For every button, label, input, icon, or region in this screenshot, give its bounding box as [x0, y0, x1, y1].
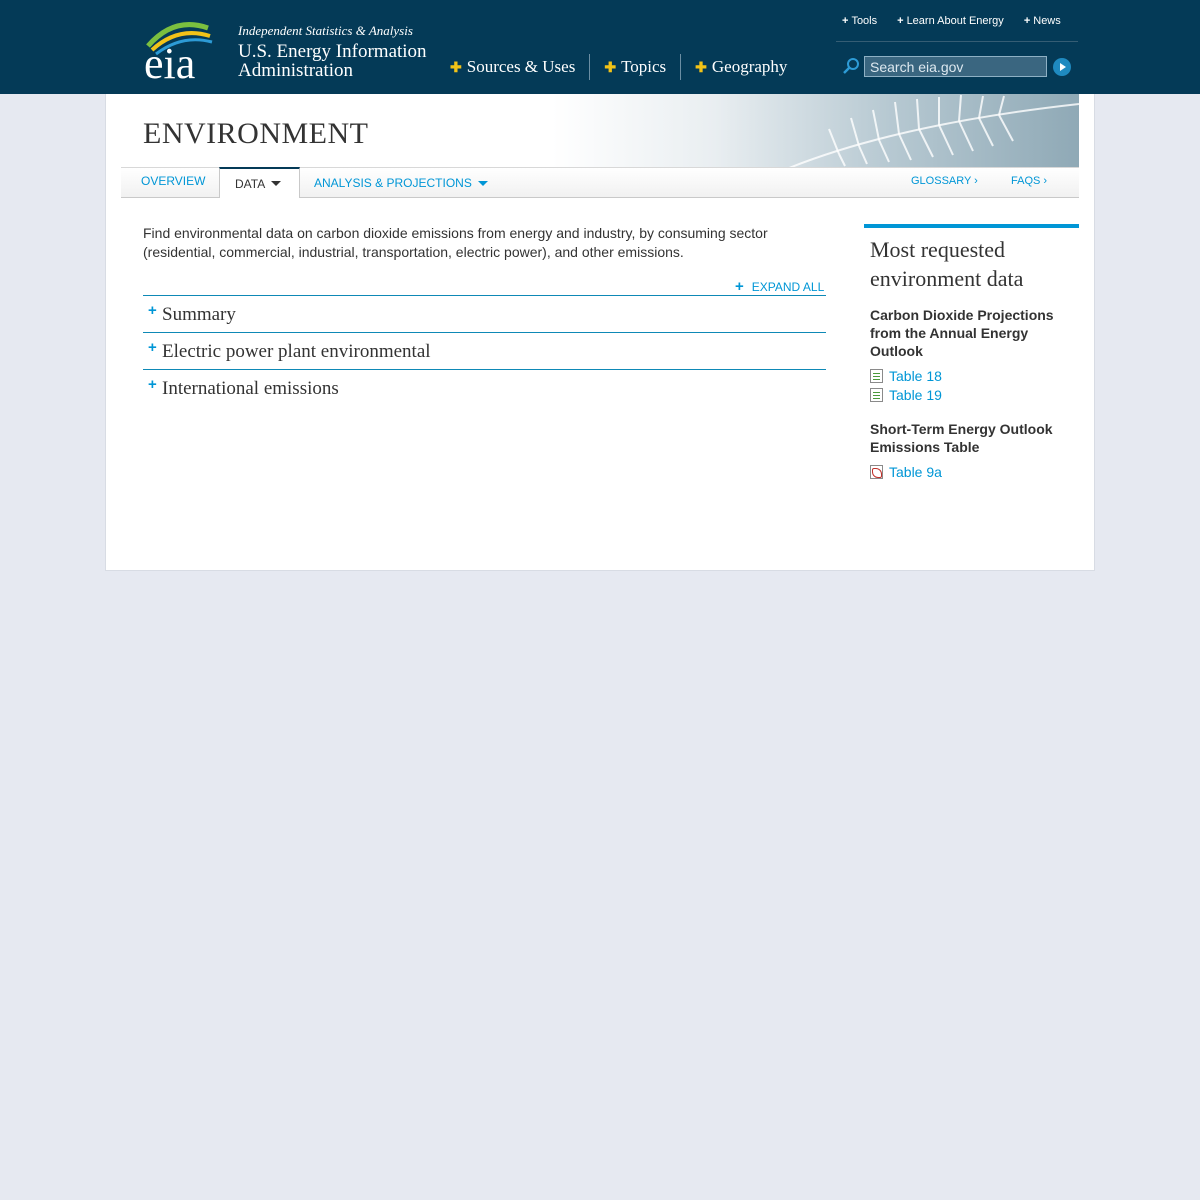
- plus-icon: ✚: [695, 58, 707, 75]
- nav-sources-and-uses[interactable]: ✚ Sources & Uses: [450, 54, 589, 80]
- logo-text: eia: [144, 39, 195, 82]
- accordion-label: Electric power plant environmental: [162, 341, 431, 362]
- eia-logo[interactable]: eia: [144, 20, 224, 88]
- plus-icon: +: [148, 302, 157, 319]
- search-input[interactable]: [864, 56, 1047, 77]
- faqs-link[interactable]: FAQS ›: [1011, 166, 1047, 196]
- learn-about-energy-link[interactable]: + Learn About Energy: [897, 15, 1004, 27]
- sidebar-title: Most requested environment data: [870, 237, 1024, 291]
- plus-icon: +: [842, 14, 849, 27]
- sidebar-heading-steo: Short-Term Energy Outlook Emissions Tabl…: [870, 421, 1053, 455]
- tools-link[interactable]: + Tools: [842, 15, 877, 27]
- nav-topics[interactable]: ✚ Topics: [589, 54, 680, 80]
- plus-icon: +: [897, 14, 904, 27]
- intro-text: Find environmental data on carbon dioxid…: [143, 225, 768, 260]
- accordion-summary[interactable]: + Summary: [143, 295, 826, 332]
- accordion-label: International emissions: [162, 378, 339, 399]
- plus-icon: +: [148, 339, 157, 356]
- page-title: ENVIRONMENT: [143, 117, 369, 150]
- tab-analysis-and-projections[interactable]: ANALYSIS & PROJECTIONS: [314, 168, 488, 198]
- tagline: Independent Statistics & Analysis: [238, 23, 413, 38]
- sidebar-divider: [864, 224, 1079, 228]
- section-tabs: OVERVIEW DATA ANALYSIS & PROJECTIONS GLO…: [121, 167, 1079, 198]
- tab-data[interactable]: DATA: [219, 167, 300, 198]
- utility-links: + Tools + Learn About Energy + News: [836, 0, 1078, 42]
- caret-down-icon: [477, 180, 488, 186]
- tab-overview[interactable]: OVERVIEW: [141, 166, 205, 196]
- table-18-link[interactable]: Table 18: [870, 368, 942, 384]
- plus-icon: ✚: [450, 58, 462, 75]
- site-header: eia Independent Statistics & Analysis U.…: [0, 0, 1200, 94]
- table-9a-link[interactable]: Table 9a: [870, 464, 942, 480]
- plus-icon: +: [735, 278, 744, 295]
- search-icon: [842, 57, 860, 75]
- expand-all-button[interactable]: + EXPAND ALL: [735, 278, 824, 295]
- accordion-label: Summary: [162, 304, 236, 325]
- search-submit-button[interactable]: [1053, 58, 1071, 76]
- glossary-link[interactable]: GLOSSARY ›: [911, 166, 978, 196]
- plus-icon: +: [1023, 14, 1031, 27]
- accordion-international-emissions[interactable]: + International emissions: [143, 369, 826, 406]
- sidebar-heading-aeo: Carbon Dioxide Projections from the Annu…: [870, 307, 1054, 359]
- xls-file-icon: [870, 388, 883, 402]
- accordion-electric-power-plant-environmental[interactable]: + Electric power plant environmental: [143, 332, 826, 369]
- plus-icon: +: [148, 376, 157, 393]
- agency-name[interactable]: U.S. Energy Information Administration: [238, 42, 438, 80]
- news-link[interactable]: + News: [1024, 15, 1061, 27]
- xls-file-icon: [870, 369, 883, 383]
- caret-down-icon: [271, 181, 282, 186]
- nav-geography[interactable]: ✚ Geography: [680, 54, 801, 80]
- main-nav: ✚ Sources & Uses ✚ Topics ✚ Geography: [450, 54, 801, 80]
- pdf-file-icon: [870, 465, 883, 479]
- table-19-link[interactable]: Table 19: [870, 387, 942, 403]
- plus-icon: ✚: [604, 58, 617, 75]
